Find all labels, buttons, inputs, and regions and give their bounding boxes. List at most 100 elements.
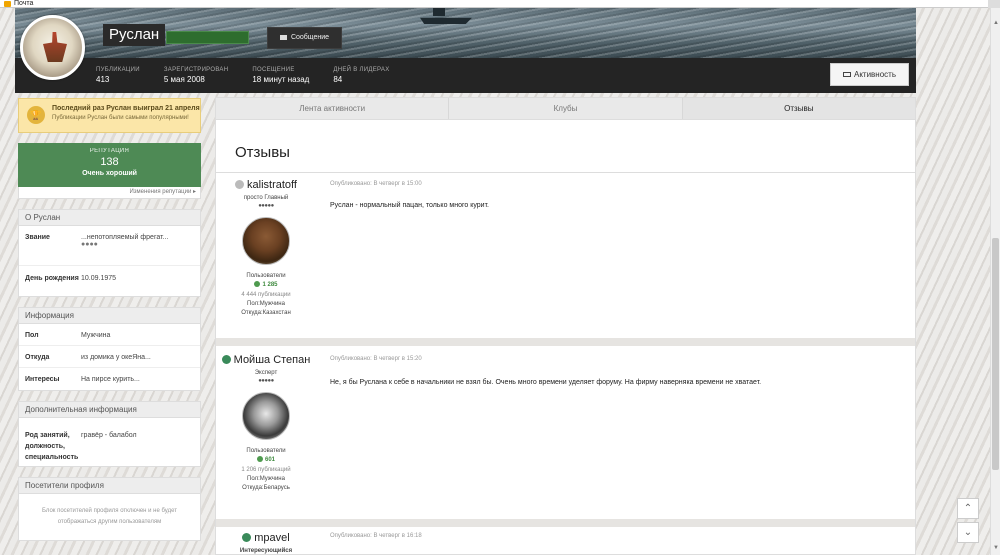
- reputation-plus-icon: [254, 281, 261, 287]
- online-status-icon: [221, 355, 231, 364]
- profile-group-badge: [166, 31, 249, 44]
- row-key: Откуда: [25, 354, 50, 361]
- offline-status-icon: [235, 180, 245, 189]
- author-publications: 4 444 публикации: [241, 292, 291, 298]
- activity-icon: [842, 72, 851, 78]
- scroll-bottom-button[interactable]: ⌄: [957, 522, 979, 543]
- online-status-icon: [242, 533, 252, 542]
- window-controls[interactable]: [988, 0, 1000, 8]
- stat-label: ПОСЕЩЕНИЕ: [252, 67, 295, 73]
- post-date[interactable]: Опубликовано: В четверг в 15:20: [330, 356, 422, 362]
- leader-banner: 🏆 Последний раз Руслан выиграл 21 апреля…: [18, 98, 201, 133]
- reputation-box: РЕПУТАЦИЯ 138 Очень хороший: [18, 143, 201, 187]
- cover-ship-cabin: [433, 8, 445, 16]
- author-name[interactable]: kalistratoff: [216, 179, 316, 191]
- message-button-label: Сообщение: [290, 34, 330, 41]
- message-button[interactable]: Сообщение: [267, 27, 342, 49]
- author-reputation: 601: [216, 456, 316, 463]
- info-panel: Информация Пол Мужчина Откуда из домика у …: [18, 307, 201, 391]
- author-avatar[interactable]: [242, 217, 290, 265]
- main-content: Лента активности Клубы Отзывы Отзывы kal…: [215, 97, 916, 555]
- info-panel-title: Информация: [19, 308, 200, 324]
- tab-clubs[interactable]: Клубы: [449, 98, 683, 119]
- stat-label: ЗАРЕГИСТРИРОВАН: [163, 67, 229, 73]
- profile-stats: ПУБЛИКАЦИИ 413 ЗАРЕГИСТРИРОВАН 5 мая 2008 …: [96, 67, 414, 84]
- scrollbar-thumb[interactable]: [992, 238, 999, 470]
- stat-value: 413: [96, 75, 110, 84]
- scroll-top-button[interactable]: ⌃: [957, 498, 979, 519]
- review-post: kalistratoff просто Главный ●●●●● Пользо…: [216, 173, 915, 337]
- reputation-value: 138: [100, 156, 119, 168]
- row-value: ...непотопляемый фрегат... ●●●●: [81, 234, 168, 248]
- trophy-icon: 🏆: [27, 106, 45, 124]
- post-separator: [216, 338, 915, 346]
- about-panel-title: О Руслан: [19, 210, 200, 226]
- reputation-label: РЕПУТАЦИЯ: [89, 148, 130, 154]
- stat-last-visit: ПОСЕЩЕНИЕ 18 минут назад: [252, 67, 309, 84]
- extra-panel-title: Дополнительная информация: [19, 402, 200, 418]
- row-key: Интересы: [25, 376, 60, 383]
- row-value: из домика у океЯна...: [81, 354, 151, 361]
- profile-name: Руслан: [103, 24, 166, 46]
- post-author: kalistratoff просто Главный ●●●●● Пользо…: [216, 179, 316, 318]
- row-value: На пирсе курить...: [81, 376, 140, 383]
- post-text: Руслан - нормальный пацан, только много …: [330, 202, 489, 209]
- author-name-text: mpavel: [254, 532, 290, 544]
- envelope-icon: [279, 34, 287, 40]
- author-location: Откуда:Беларусь: [242, 485, 290, 491]
- about-panel: О Руслан Звание ...непотопляемый фрегат.…: [18, 209, 201, 297]
- row-key: Звание: [25, 234, 50, 241]
- reputation-changes-link[interactable]: Изменения репутации ▸: [18, 187, 201, 199]
- reputation-plus-icon: [256, 456, 263, 462]
- info-row-interests: Интересы На пирсе курить...: [19, 368, 200, 390]
- author-name-text: kalistratoff: [247, 179, 297, 191]
- about-row-birthday: День рождения 10.09.1975: [19, 266, 200, 296]
- author-name-text: Мойша Степан: [233, 354, 311, 366]
- scroll-up-arrow-icon[interactable]: ▲: [993, 20, 999, 26]
- info-row-gender: Пол Мужчина: [19, 324, 200, 346]
- rank-pips: ●●●●: [81, 241, 98, 248]
- post-date[interactable]: Опубликовано: В четверг в 16:18: [330, 533, 422, 539]
- window-titlebar: Почта: [0, 0, 1000, 8]
- post-date[interactable]: Опубликовано: В четверг в 15:00: [330, 181, 422, 187]
- row-key: Род занятий, должность, специальность: [25, 432, 79, 461]
- activity-button[interactable]: Активность: [830, 63, 909, 86]
- extra-row-occupation: Род занятий, должность, специальность гра…: [19, 418, 200, 466]
- author-gender: Пол:Мужчина: [247, 476, 285, 482]
- author-rank-pips: ●●●●●: [258, 378, 274, 384]
- author-info: 4 444 публикации Пол:Мужчина Откуда:Каза…: [216, 291, 316, 318]
- leader-banner-subtitle: Публикации Руслан были самыми популярным…: [52, 115, 189, 121]
- author-reputation: 1 285: [216, 281, 316, 288]
- row-value: Мужчина: [81, 332, 111, 339]
- author-rank-pips: ●●●●●: [258, 203, 274, 209]
- author-name[interactable]: mpavel: [216, 532, 316, 544]
- tab-reviews[interactable]: Отзывы: [682, 98, 915, 119]
- scroll-down-arrow-icon[interactable]: ▼: [993, 545, 999, 551]
- author-info: 1 206 публикаций Пол:Мужчина Откуда:Бела…: [216, 466, 316, 493]
- author-location: Откуда:Казахстан: [241, 310, 291, 316]
- extra-info-panel: Дополнительная информация Род занятий, д…: [18, 401, 201, 467]
- stat-publications: ПУБЛИКАЦИИ 413: [96, 67, 140, 84]
- author-publications: 1 206 публикаций: [241, 467, 291, 473]
- stat-registered: ЗАРЕГИСТРИРОВАН 5 мая 2008: [164, 67, 228, 84]
- author-role: Пользователи: [246, 273, 286, 279]
- mail-app-icon: [4, 1, 11, 7]
- window-title: Почта: [14, 0, 34, 7]
- avatar-ship-image: [43, 32, 67, 62]
- author-avatar[interactable]: [242, 392, 290, 440]
- window-scrollbar[interactable]: ▲ ▼: [990, 8, 1000, 555]
- author-name[interactable]: Мойша Степан: [216, 354, 316, 366]
- rank-text: ...непотопляемый фрегат...: [81, 234, 169, 241]
- profile-avatar[interactable]: [20, 15, 85, 80]
- stat-value: 84: [333, 75, 343, 84]
- stat-label: ДНЕЙ В ЛИДЕРАХ: [333, 67, 390, 73]
- author-group: Интересующийся: [239, 548, 293, 554]
- row-key: Пол: [25, 332, 39, 339]
- author-role: Пользователи: [246, 448, 286, 454]
- review-post: mpavel Интересующийся Опубликовано: В че…: [216, 529, 915, 555]
- stat-value: 18 минут назад: [252, 75, 310, 84]
- review-post: Мойша Степан Эксперт ●●●●● Пользователи …: [216, 348, 915, 518]
- tab-activity-feed[interactable]: Лента активности: [216, 98, 450, 119]
- page-scroll-controls: ⌃ ⌄: [957, 498, 979, 546]
- author-gender: Пол:Мужчина: [247, 301, 285, 307]
